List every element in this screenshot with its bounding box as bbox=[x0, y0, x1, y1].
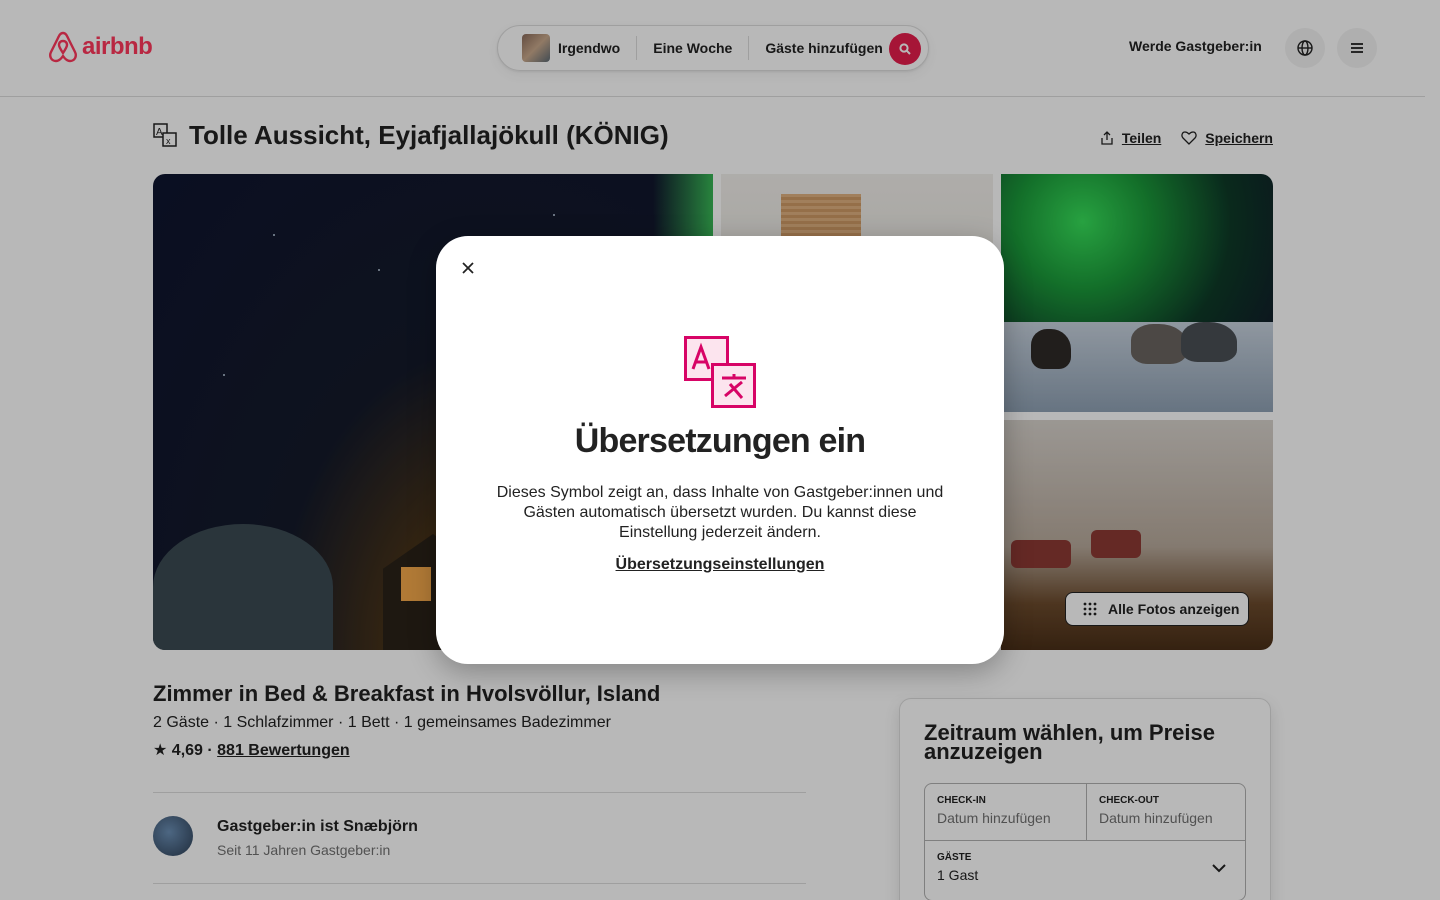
close-icon bbox=[462, 262, 474, 274]
modal-description: Dieses Symbol zeigt an, dass Inhalte von… bbox=[496, 484, 944, 541]
close-button[interactable] bbox=[456, 256, 480, 280]
modal-title: Übersetzungen ein bbox=[574, 422, 866, 460]
translation-settings-link[interactable]: Übersetzungseinstellungen bbox=[436, 554, 1004, 576]
translate-icon bbox=[684, 336, 756, 408]
translation-modal: Übersetzungen ein Dieses Symbol zeigt an… bbox=[436, 236, 1004, 664]
